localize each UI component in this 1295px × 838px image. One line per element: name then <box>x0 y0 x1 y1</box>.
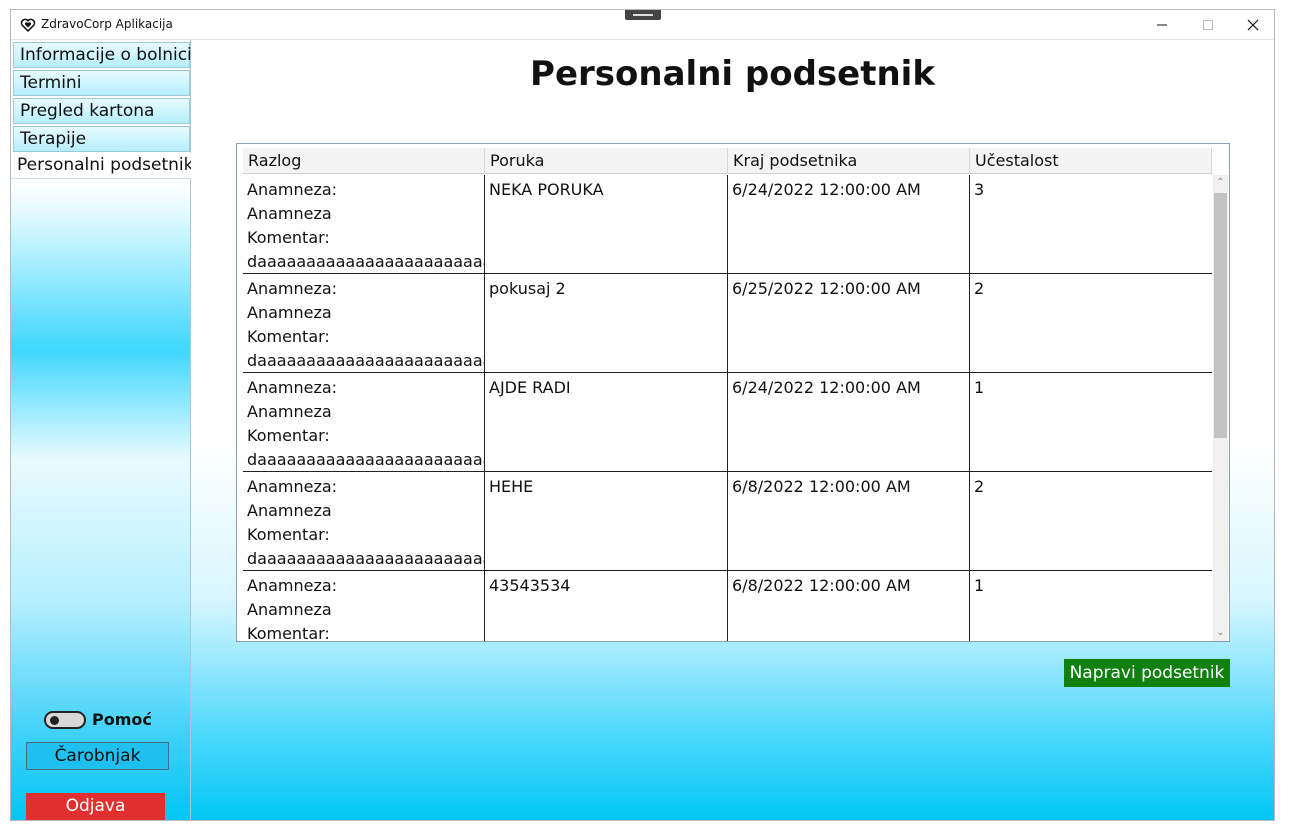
cell-razlog-line: Komentar: <box>247 624 330 641</box>
minimize-button[interactable] <box>1139 10 1185 40</box>
cell-razlog: Anamneza: Anamneza Komentar: daaaaaaaaaa… <box>243 175 485 273</box>
cell-razlog-line: Komentar: <box>247 426 330 445</box>
cell-ucestalost: 3 <box>974 180 985 199</box>
cell-kraj-podsetnika: 6/25/2022 12:00:00 AM <box>728 274 970 372</box>
toggle-knob <box>50 715 59 725</box>
column-header-poruka[interactable]: Poruka <box>485 148 728 174</box>
wizard-button[interactable]: Čarobnjak <box>26 742 169 770</box>
close-icon <box>1247 19 1259 31</box>
cell-razlog-line: Anamneza <box>247 501 332 520</box>
table-header: Razlog Poruka Kraj podsetnika Učestalost <box>243 148 1212 174</box>
cell-razlog-line: Komentar: <box>247 228 330 247</box>
cell-razlog-line: Anamneza: <box>247 279 338 298</box>
window-title: ZdravoCorp Aplikacija <box>41 17 173 31</box>
cell-razlog: Anamneza: Anamneza Komentar: daaaaaaaaaa… <box>243 472 485 570</box>
cell-razlog-line: Komentar: <box>247 327 330 346</box>
cell-ucestalost: 1 <box>974 576 985 595</box>
table-row[interactable]: Anamneza: Anamneza Komentar: daaaaaaaaaa… <box>243 472 1212 571</box>
title-bar: ZdravoCorp Aplikacija <box>11 10 1274 40</box>
table-row[interactable]: Anamneza: Anamneza Komentar: daaaaaaaaaa… <box>243 373 1212 472</box>
table-row[interactable]: Anamneza: Anamneza Komentar: 43543534 6/… <box>243 571 1212 641</box>
help-toggle-row: Pomoć <box>44 710 152 729</box>
tab-informacije-o-bolnici[interactable]: Informacije o bolnici <box>13 42 192 68</box>
cell-razlog: Anamneza: Anamneza Komentar: daaaaaaaaaa… <box>243 274 485 372</box>
page-title: Personalni podsetnik <box>530 54 935 94</box>
help-toggle[interactable] <box>44 710 86 729</box>
cell-razlog-line: Anamneza: <box>247 477 338 496</box>
cell-razlog-line: Anamneza: <box>247 378 338 397</box>
cell-razlog: Anamneza: Anamneza Komentar: daaaaaaaaaa… <box>243 373 485 471</box>
heart-icon <box>20 18 36 33</box>
scrollbar-thumb[interactable] <box>1214 193 1227 438</box>
tab-terapije[interactable]: Terapije <box>13 126 190 152</box>
cell-kraj-podsetnika: 6/24/2022 12:00:00 AM <box>728 373 970 471</box>
cell-razlog: Anamneza: Anamneza Komentar: <box>243 571 485 641</box>
drag-grip-handle[interactable] <box>625 10 661 20</box>
column-header-ucestalost[interactable]: Učestalost <box>970 148 1212 174</box>
main-content: Personalni podsetnik Razlog Poruka Kraj … <box>191 40 1274 820</box>
cell-razlog-line: daaaaaaaaaaaaaaaaaaaaaaaa <box>247 351 485 370</box>
cell-ucestalost: 2 <box>974 477 985 496</box>
tab-termini[interactable]: Termini <box>13 70 190 96</box>
app-window: ZdravoCorp Aplikacija Informacije o boln… <box>10 9 1275 821</box>
minimize-icon <box>1157 24 1167 26</box>
cell-poruka: AJDE RADI <box>485 373 728 471</box>
cell-razlog-line: Anamneza <box>247 600 332 619</box>
cell-razlog-line: Anamneza: <box>247 180 338 199</box>
cell-razlog-line: Komentar: <box>247 525 330 544</box>
cell-poruka: pokusaj 2 <box>485 274 728 372</box>
cell-razlog-line: daaaaaaaaaaaaaaaaaaaaaaaa <box>247 252 485 271</box>
create-reminder-button[interactable]: Napravi podsetnik <box>1064 659 1230 687</box>
table-row[interactable]: Anamneza: Anamneza Komentar: daaaaaaaaaa… <box>243 274 1212 373</box>
reminders-table: Razlog Poruka Kraj podsetnika Učestalost… <box>236 143 1230 642</box>
scroll-up-icon[interactable]: ⌃ <box>1213 177 1228 189</box>
cell-razlog-line: Anamneza: <box>247 576 338 595</box>
cell-kraj-podsetnika: 6/24/2022 12:00:00 AM <box>728 175 970 273</box>
cell-poruka: 43543534 <box>485 571 728 641</box>
table-body: Anamneza: Anamneza Komentar: daaaaaaaaaa… <box>243 175 1212 641</box>
cell-razlog-line: Anamneza <box>247 303 332 322</box>
maximize-icon <box>1203 20 1213 30</box>
close-button[interactable] <box>1230 10 1274 40</box>
cell-kraj-podsetnika: 6/8/2022 12:00:00 AM <box>728 571 970 641</box>
table-scrollbar[interactable]: ⌃ ⌄ <box>1213 175 1228 641</box>
cell-ucestalost: 1 <box>974 378 985 397</box>
table-row[interactable]: Anamneza: Anamneza Komentar: daaaaaaaaaa… <box>243 175 1212 274</box>
column-header-razlog[interactable]: Razlog <box>243 148 485 174</box>
cell-poruka: HEHE <box>485 472 728 570</box>
column-header-kraj-podsetnika[interactable]: Kraj podsetnika <box>728 148 970 174</box>
cell-ucestalost: 2 <box>974 279 985 298</box>
cell-kraj-podsetnika: 6/8/2022 12:00:00 AM <box>728 472 970 570</box>
logout-button[interactable]: Odjava <box>26 793 165 820</box>
cell-razlog-line: daaaaaaaaaaaaaaaaaaaaaaaa <box>247 549 485 568</box>
help-label: Pomoć <box>92 710 152 729</box>
cell-razlog-line: Anamneza <box>247 402 332 421</box>
tab-personalni-podsetnik[interactable]: Personalni podsetnik <box>11 153 193 179</box>
sidebar: Informacije o bolnici Termini Pregled ka… <box>11 40 193 820</box>
tab-pregled-kartona[interactable]: Pregled kartona <box>13 98 190 124</box>
maximize-button[interactable] <box>1185 10 1231 40</box>
scroll-down-icon[interactable]: ⌄ <box>1213 627 1228 639</box>
cell-razlog-line: Anamneza <box>247 204 332 223</box>
cell-poruka: NEKA PORUKA <box>485 175 728 273</box>
cell-razlog-line: daaaaaaaaaaaaaaaaaaaaaaaa <box>247 450 485 469</box>
